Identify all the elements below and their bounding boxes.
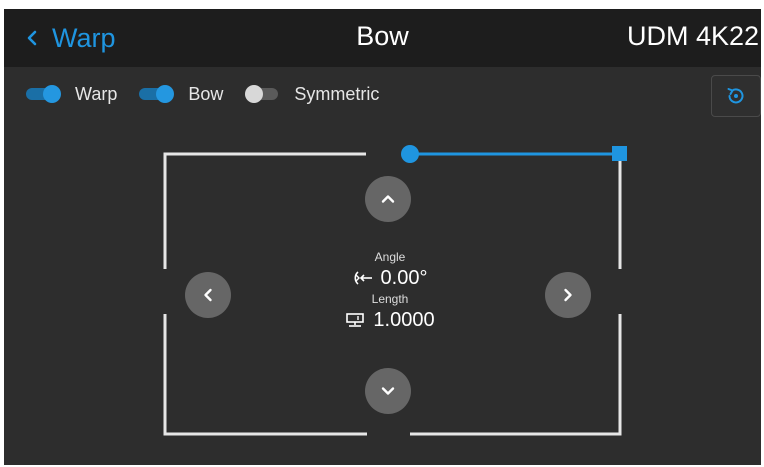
chevron-right-icon bbox=[564, 288, 572, 302]
right-button[interactable] bbox=[545, 272, 591, 318]
bow-handle-round[interactable] bbox=[401, 145, 419, 163]
corner-handle-square[interactable] bbox=[612, 146, 627, 161]
angle-value: 0.00° bbox=[380, 267, 428, 289]
length-readout: 1.0000 bbox=[320, 307, 460, 333]
length-value: 1.0000 bbox=[373, 309, 435, 331]
reset-icon bbox=[727, 88, 744, 104]
bow-switch[interactable] bbox=[139, 83, 175, 105]
back-label: Warp bbox=[52, 22, 116, 53]
left-button[interactable] bbox=[185, 272, 231, 318]
header-bar: Warp Bow UDM 4K22 bbox=[4, 9, 761, 67]
bow-screen: Warp Bow UDM 4K22 Warp Bow Symmetric Ang… bbox=[4, 9, 761, 465]
angle-readout: 0.00° bbox=[320, 265, 460, 291]
back-button[interactable]: Warp bbox=[26, 21, 116, 55]
chevron-left-icon bbox=[204, 288, 212, 302]
chevron-left-icon bbox=[27, 30, 37, 46]
bow-switch-label: Bow bbox=[188, 83, 224, 104]
toggle-symmetric: Symmetric bbox=[245, 83, 379, 105]
warp-switch-label: Warp bbox=[75, 83, 118, 104]
angle-icon bbox=[354, 271, 372, 285]
down-button[interactable] bbox=[365, 368, 411, 414]
up-button[interactable] bbox=[365, 176, 411, 222]
toggle-row: Warp Bow Symmetric bbox=[26, 83, 401, 105]
toggle-warp: Warp bbox=[26, 83, 117, 105]
length-icon bbox=[346, 313, 365, 327]
symmetric-switch[interactable] bbox=[245, 83, 280, 105]
length-label: Length bbox=[371, 292, 409, 306]
chevron-up-icon bbox=[381, 195, 395, 203]
chevron-down-icon bbox=[381, 387, 395, 395]
warp-switch[interactable] bbox=[26, 83, 61, 105]
angle-label: Angle bbox=[374, 250, 406, 264]
device-model: UDM 4K22 bbox=[626, 21, 759, 51]
symmetric-switch-label: Symmetric bbox=[294, 83, 380, 104]
toggle-bow: Bow bbox=[139, 83, 223, 105]
reset-button[interactable] bbox=[711, 75, 761, 117]
bow-info: Angle 0.00° Length 1.0000 bbox=[320, 249, 460, 333]
